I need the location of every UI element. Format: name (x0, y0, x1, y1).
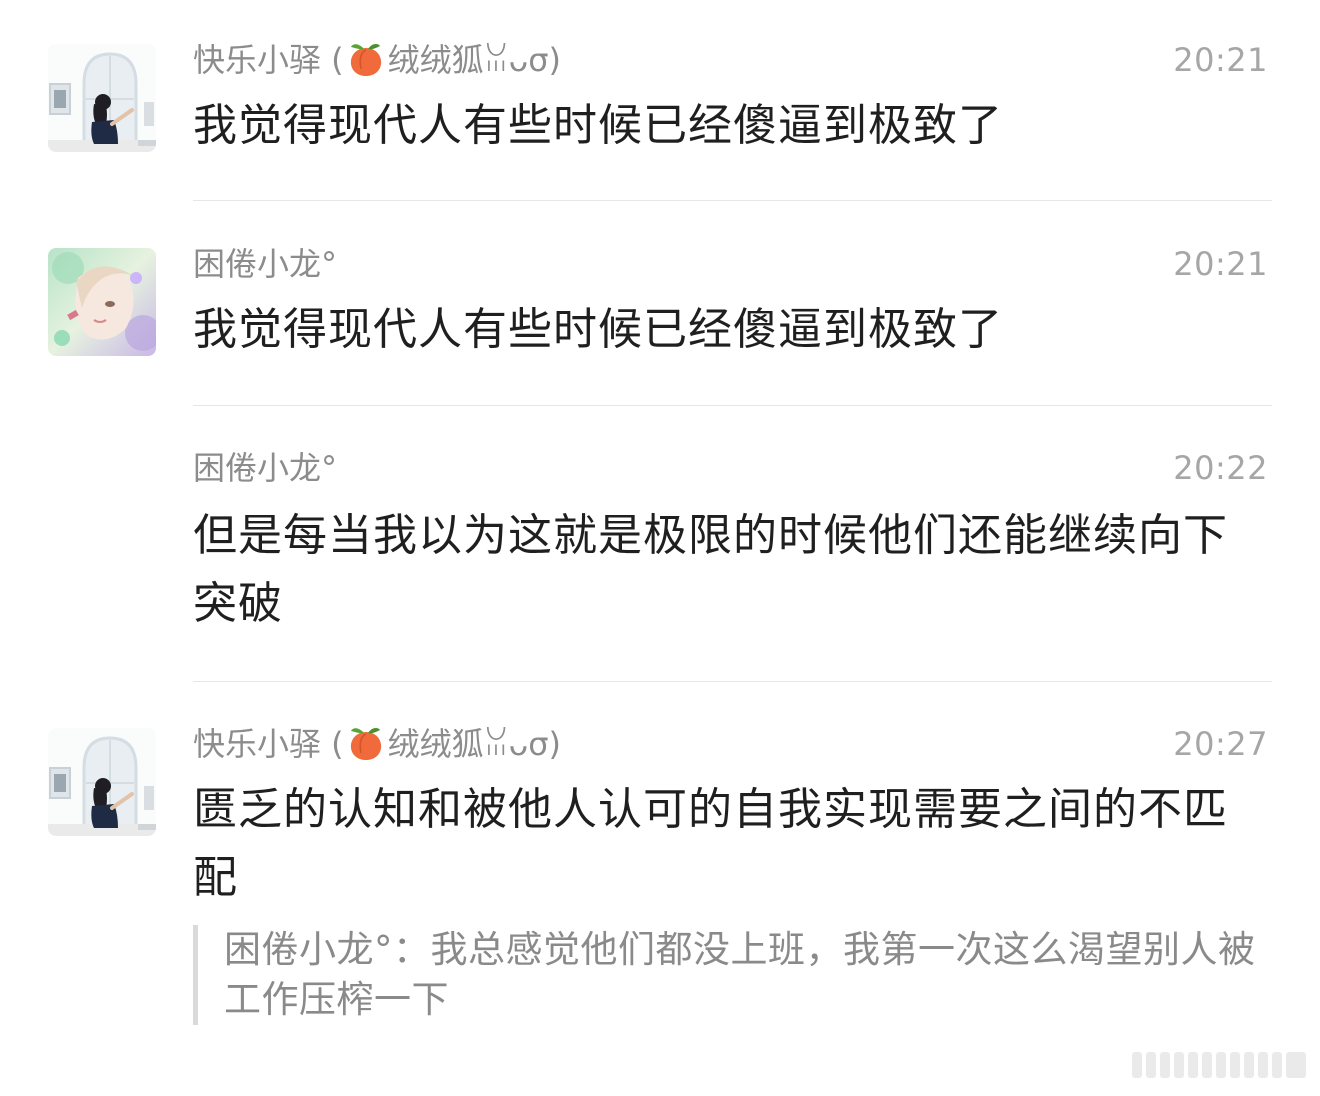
peach-icon (350, 728, 381, 760)
author-name-suffix: 绒绒狐ꈍᴗσ) (387, 41, 562, 79)
comment-text: 但是每当我以为这就是极限的时候他们还能继续向下突破 (193, 510, 1228, 629)
divider (193, 681, 1272, 682)
comment-author[interactable]: 困倦小龙° (193, 448, 337, 488)
comment-author[interactable]: 困倦小龙° (193, 244, 337, 284)
woman-painting-avatar (48, 44, 156, 152)
comment-time: 20:27 (1173, 725, 1268, 763)
comment-time: 20:21 (1173, 41, 1268, 79)
author-name-prefix: 快乐小驿 ( (193, 725, 344, 763)
comment-author[interactable]: 快乐小驿 ( 绒绒狐ꈍᴗσ) (193, 724, 561, 766)
peach-icon (350, 44, 381, 76)
comment-time: 20:22 (1173, 449, 1268, 487)
quoted-reply[interactable]: 困倦小龙°：我总感觉他们都没上班，我第一次这么渴望别人被工作压榨一下 (193, 925, 1284, 1025)
avatar[interactable] (48, 248, 156, 356)
woman-painting-avatar (48, 728, 156, 836)
comment-text: 我觉得现代人有些时候已经傻逼到极致了 (193, 100, 1003, 151)
avatar[interactable] (48, 44, 156, 152)
comment-text: 匮乏的认知和被他人认可的自我实现需要之间的不匹配 (193, 784, 1228, 903)
author-name-prefix: 快乐小驿 ( (193, 41, 344, 79)
comment-text: 我觉得现代人有些时候已经傻逼到极致了 (193, 304, 1003, 355)
anime-girl-avatar (48, 248, 156, 356)
divider (193, 200, 1272, 201)
divider (193, 405, 1272, 406)
avatar[interactable] (48, 728, 156, 836)
author-name-suffix: 绒绒狐ꈍᴗσ) (387, 725, 562, 763)
watermark-icon (1132, 1052, 1306, 1078)
comment-author[interactable]: 快乐小驿 ( 绒绒狐ꈍᴗσ) (193, 40, 561, 82)
comment-time: 20:21 (1173, 245, 1268, 283)
